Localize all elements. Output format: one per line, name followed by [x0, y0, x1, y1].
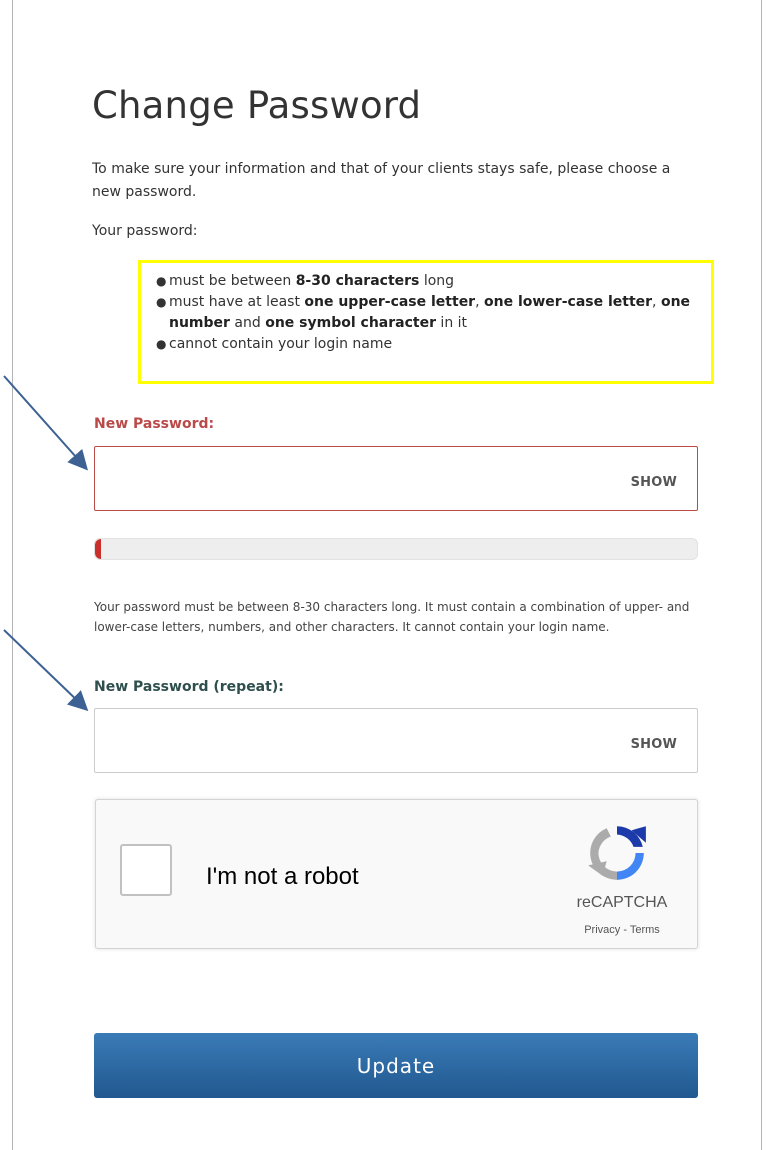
- page-title: Change Password: [92, 84, 422, 127]
- repeat-password-label: New Password (repeat):: [94, 679, 284, 695]
- page: Change Password To make sure your inform…: [0, 0, 769, 1150]
- repeat-password-show-toggle[interactable]: SHOW: [631, 737, 677, 752]
- recaptcha-link-separator: -: [620, 924, 630, 936]
- password-rules-box: ● must be between 8-30 characters long ● m…: [138, 260, 714, 384]
- new-password-input[interactable]: [105, 457, 609, 501]
- password-rules-list: ● must be between 8-30 characters long ● m…: [151, 271, 701, 355]
- bullet-icon: ●: [156, 274, 167, 288]
- password-strength-meter: [94, 538, 698, 560]
- rule-login-name: ● cannot contain your login name: [156, 334, 701, 355]
- bullet-icon: ●: [156, 337, 167, 351]
- recaptcha-label: I'm not a robot: [206, 863, 359, 890]
- new-password-field[interactable]: SHOW: [94, 446, 698, 511]
- repeat-password-field[interactable]: SHOW: [94, 708, 698, 773]
- password-hint-text: Your password must be between 8-30 chara…: [94, 600, 690, 634]
- your-password-label: Your password:: [92, 223, 198, 239]
- recaptcha-terms-link[interactable]: Terms: [630, 924, 660, 936]
- password-strength-fill: [95, 539, 102, 559]
- recaptcha-logo-icon: [588, 826, 646, 880]
- repeat-password-input[interactable]: [105, 719, 609, 763]
- recaptcha-links: Privacy - Terms: [562, 924, 682, 936]
- bullet-icon: ●: [156, 295, 167, 309]
- recaptcha-privacy-link[interactable]: Privacy: [584, 924, 620, 936]
- recaptcha-brand: reCAPTCHA: [576, 894, 668, 911]
- new-password-show-toggle[interactable]: SHOW: [631, 475, 677, 490]
- update-button[interactable]: Update: [94, 1033, 698, 1098]
- new-password-label: New Password:: [94, 416, 215, 432]
- recaptcha-checkbox[interactable]: [120, 844, 172, 896]
- rule-composition: ● must have at least one upper-case lette…: [156, 294, 691, 331]
- recaptcha-widget: I'm not a robot reCAPTCHA Privacy - Term…: [95, 799, 698, 949]
- rule-length: ● must be between 8-30 characters long: [156, 271, 701, 292]
- intro-text: To make sure your information and that o…: [92, 161, 671, 200]
